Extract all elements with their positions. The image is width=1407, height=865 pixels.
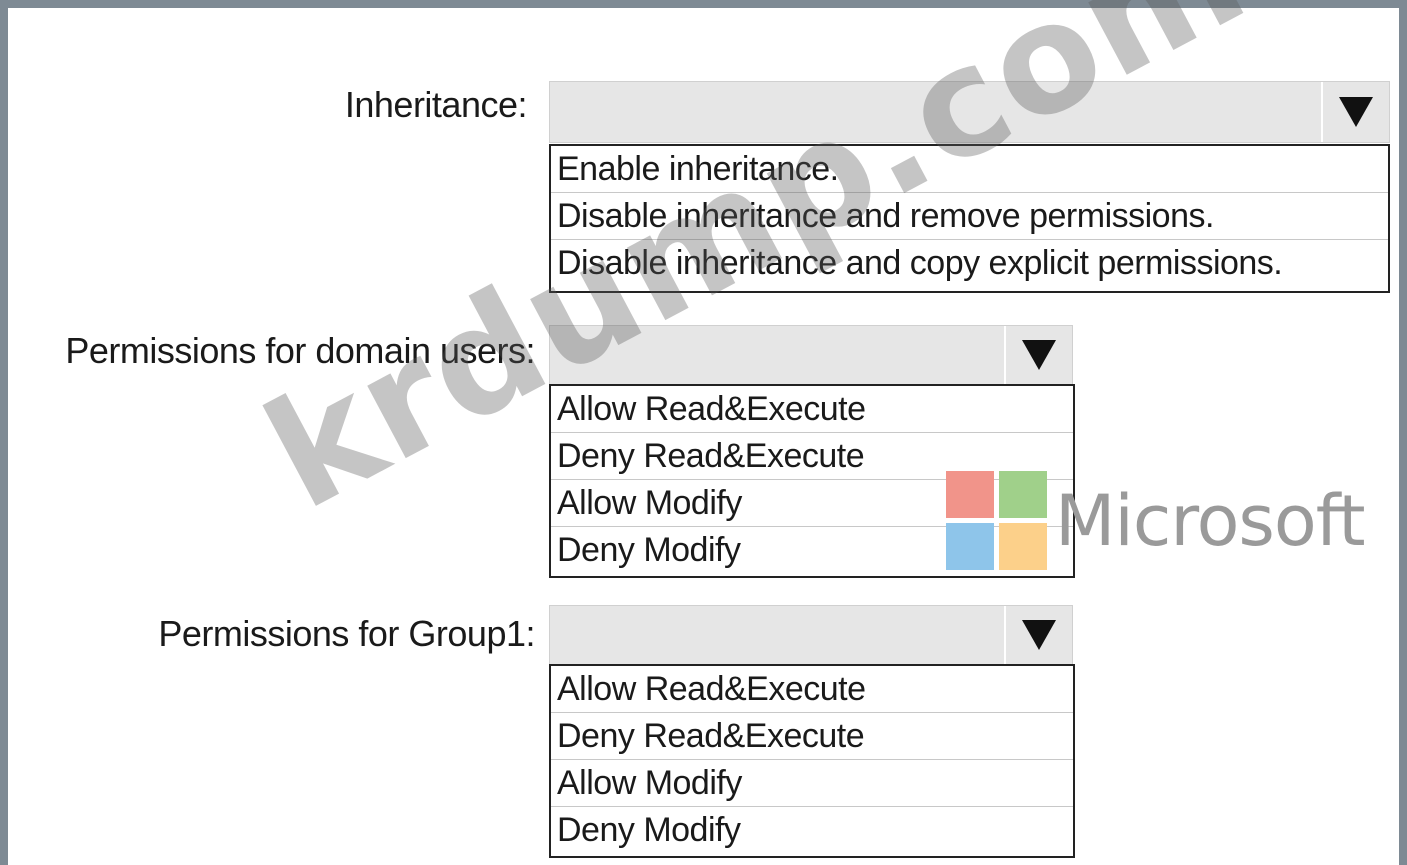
group1-dropdown-toggle[interactable] <box>1004 606 1072 664</box>
inheritance-options-list: Enable inheritance. Disable inheritance … <box>549 144 1390 293</box>
inheritance-option[interactable]: Enable inheritance. <box>551 146 1388 193</box>
domain-users-option[interactable]: Allow Read&Execute <box>551 386 1073 433</box>
group1-options-list: Allow Read&Execute Deny Read&Execute All… <box>549 664 1075 858</box>
logo-square <box>946 523 994 570</box>
chevron-down-icon <box>1339 97 1373 127</box>
group1-option[interactable]: Allow Read&Execute <box>551 666 1073 713</box>
chevron-down-icon <box>1022 340 1056 370</box>
inheritance-option[interactable]: Disable inheritance and remove permissio… <box>551 193 1388 240</box>
group1-label: Permissions for Group1: <box>158 613 535 654</box>
group1-dropdown[interactable] <box>549 605 1073 665</box>
microsoft-logo-icon <box>946 471 1047 570</box>
inheritance-label: Inheritance: <box>344 84 528 125</box>
microsoft-wordmark: Microsoft <box>1055 480 1366 562</box>
domain-users-label: Permissions for domain users: <box>65 330 535 371</box>
chevron-down-icon <box>1022 620 1056 650</box>
inheritance-option[interactable]: Disable inheritance and copy explicit pe… <box>551 240 1388 287</box>
inheritance-dropdown[interactable] <box>549 81 1390 143</box>
logo-square <box>946 471 994 518</box>
domain-users-dropdown-toggle[interactable] <box>1004 326 1072 384</box>
group1-option[interactable]: Allow Modify <box>551 760 1073 807</box>
domain-users-dropdown[interactable] <box>549 325 1073 385</box>
logo-square <box>999 471 1047 518</box>
logo-square <box>999 523 1047 570</box>
group1-option[interactable]: Deny Read&Execute <box>551 713 1073 760</box>
inheritance-dropdown-toggle[interactable] <box>1321 82 1389 142</box>
group1-option[interactable]: Deny Modify <box>551 807 1073 854</box>
